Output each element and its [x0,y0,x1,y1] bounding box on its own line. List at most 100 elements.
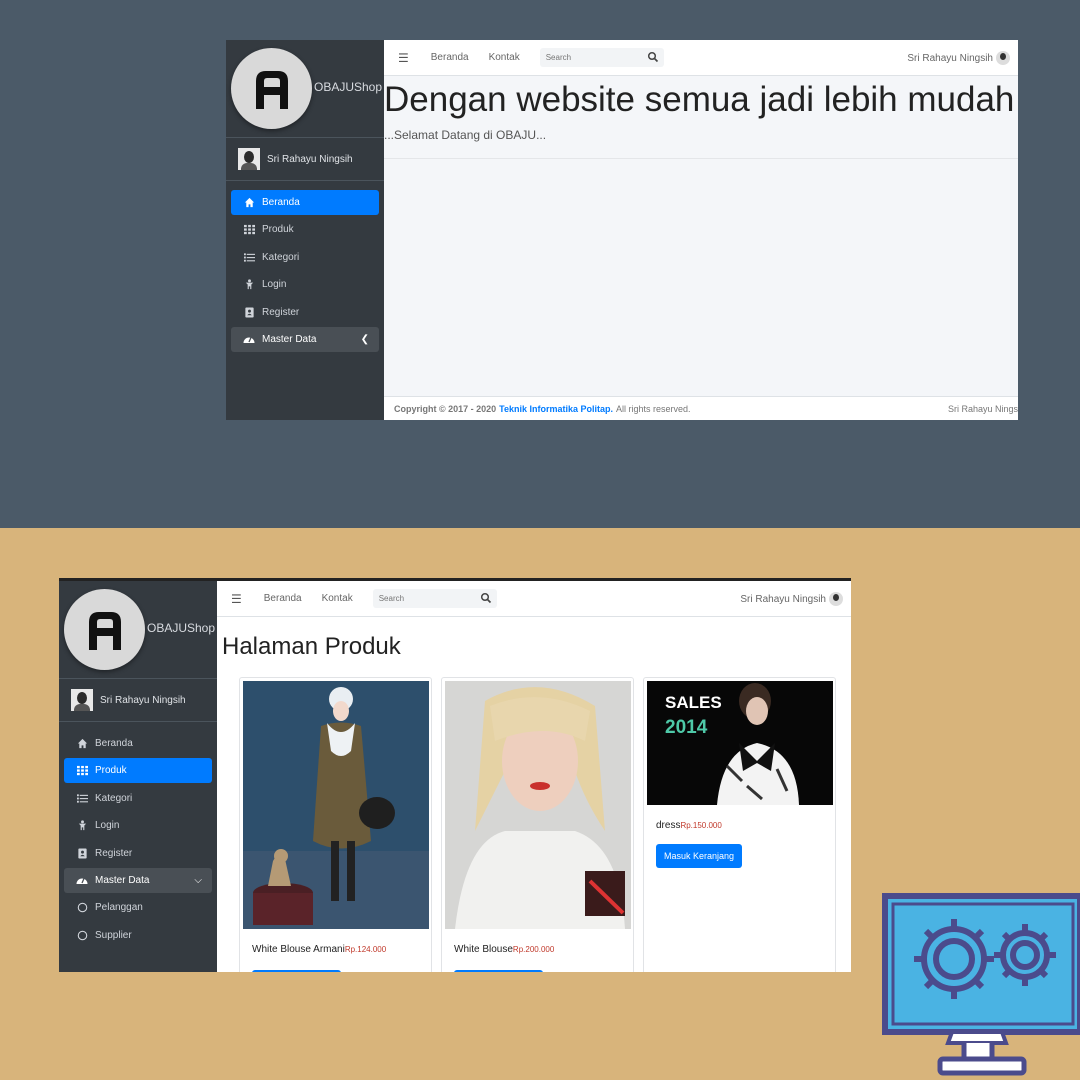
navbar-user[interactable]: Sri Rahayu Ningsih [907,51,1010,65]
footer: Copyright © 2017 - 2020 Teknik Informati… [384,396,1018,420]
banner-line2: 2014 [665,717,708,738]
sidebar-item-login[interactable]: Login [231,272,379,297]
sidebar-item-label: Login [262,279,287,291]
nav-link-kontak[interactable]: Kontak [322,593,353,604]
page-title: Halaman Produk [222,633,401,660]
sidebar-item-label: Beranda [262,197,300,208]
brand-logo [64,589,145,670]
circle-icon [76,902,88,914]
product-image[interactable] [445,681,631,929]
add-to-cart-button[interactable] [252,970,341,972]
chevron-down-icon: ⌵ [194,874,202,886]
navbar-search [539,48,664,67]
sidebar-item-label: Produk [95,765,127,777]
product-title: dressRp.150.000 [656,820,722,831]
nav-link-beranda[interactable]: Beranda [264,593,302,604]
chevron-left-icon: ❮ [360,333,369,345]
brand[interactable]: OBAJUShop [59,581,217,679]
top-navbar: ☰ Beranda Kontak Sri Rahayu Ningsih [217,581,851,617]
screenshot-produk: OBAJUShop Sri Rahayu Ningsih Beranda Pro… [59,578,851,972]
sidebar-item-produk[interactable]: Produk [231,217,379,242]
user-panel[interactable]: Sri Rahayu Ningsih [59,679,217,722]
home-icon [76,738,88,750]
divider [384,158,1018,159]
product-image[interactable] [243,681,429,929]
product-grid: White Blouse ArmaniRp.124.000 White Blou… [239,677,836,972]
hamburger-menu-icon[interactable]: ☰ [398,51,409,65]
sidebar-item-label: Supplier [95,929,132,941]
sidebar-item-register[interactable]: Register [231,300,379,325]
sidebar-item-label: Login [95,820,120,832]
sidebar-item-label: Pelanggan [95,902,143,914]
main-content: ☰ Beranda Kontak Sri Rahayu Ningsih Deng… [384,40,1018,420]
sidebar-item-login[interactable]: Login [64,813,212,838]
avatar [996,51,1010,65]
sidebar-item-beranda[interactable]: Beranda [231,190,379,215]
search-icon[interactable] [480,592,492,604]
top-navbar: ☰ Beranda Kontak Sri Rahayu Ningsih [384,40,1018,76]
nav-link-kontak[interactable]: Kontak [489,52,520,63]
main-content: ☰ Beranda Kontak Sri Rahayu Ningsih Hala… [217,581,851,972]
add-to-cart-button[interactable] [454,970,543,972]
dashboard-icon [243,333,255,345]
product-card: White BlouseRp.200.000 [441,677,634,972]
product-name: White Blouse Armani [252,944,345,955]
sidebar-item-kategori[interactable]: Kategori [64,786,212,811]
navbar-user[interactable]: Sri Rahayu Ningsih [740,592,843,606]
hero-title: Dengan website semua jadi lebih mudah [384,80,1015,119]
sidebar-item-supplier[interactable]: Supplier [64,923,212,948]
person-icon [243,279,255,291]
sidebar-item-master-data[interactable]: Master Data ⌵ [64,867,212,893]
list-icon [76,792,88,804]
sidebar-nav: Beranda Produk Kategori Login Register M… [226,181,384,352]
search-input[interactable] [372,594,473,603]
sidebar: OBAJUShop Sri Rahayu Ningsih Beranda Pro… [59,581,217,972]
sidebar-item-label: Kategori [262,251,300,263]
sidebar-item-label: Master Data [95,874,150,886]
sidebar-item-pelanggan[interactable]: Pelanggan [64,895,212,920]
nav-link-beranda[interactable]: Beranda [431,52,469,63]
footer-right-text: Sri Rahayu Nings [947,404,1018,414]
product-price: Rp.124.000 [344,945,387,954]
product-image[interactable]: SALES 2014 [647,681,833,805]
product-name: dress [656,820,681,831]
sidebar-item-label: Beranda [95,738,133,749]
brand[interactable]: OBAJUShop [226,40,384,138]
search-input[interactable] [539,53,640,62]
user-panel[interactable]: Sri Rahayu Ningsih [226,138,384,181]
sidebar-item-produk[interactable]: Produk [64,758,212,784]
navbar-search [372,589,497,608]
product-title: White BlouseRp.200.000 [454,944,554,955]
sidebar-item-master-data[interactable]: Master Data ❮ [231,326,379,352]
avatar [71,689,93,711]
brand-name: OBAJUShop [314,80,383,94]
footer-org-link[interactable]: Teknik Informatika Politap. [499,404,613,414]
sidebar-item-label: Register [95,847,133,859]
sidebar-item-label: Register [262,306,300,318]
sidebar-item-label: Master Data [262,333,317,345]
product-name: White Blouse [454,944,513,955]
sidebar-item-kategori[interactable]: Kategori [231,245,379,270]
sidebar-item-beranda[interactable]: Beranda [64,731,212,756]
id-card-icon [243,306,255,318]
sidebar-nav: Beranda Produk Kategori Login Register M… [59,722,217,948]
avatar [238,148,260,170]
hamburger-menu-icon[interactable]: ☰ [231,592,242,606]
product-card: White Blouse ArmaniRp.124.000 [239,677,432,972]
footer-copyright: Copyright © 2017 - 2020 [394,403,497,414]
screenshot-beranda: OBAJUShop Sri Rahayu Ningsih Beranda Pro… [226,40,1018,420]
search-icon[interactable] [647,51,659,63]
brand-logo [231,48,312,129]
product-price: Rp.200.000 [512,945,555,954]
add-to-cart-button[interactable]: Masuk Keranjang [656,844,743,868]
sidebar-item-label: Produk [262,224,294,236]
monitor-gears-icon [882,893,1080,1076]
hero-subtitle: ...Selamat Datang di OBAJU... [384,128,547,142]
grid-icon [76,765,88,777]
dashboard-icon [76,874,88,886]
sidebar-item-label: Kategori [95,792,133,804]
navbar-user-name: Sri Rahayu Ningsih [907,52,993,64]
sidebar-item-register[interactable]: Register [64,841,212,866]
footer-rights: All rights reserved. [616,403,691,414]
user-name: Sri Rahayu Ningsih [267,153,353,165]
